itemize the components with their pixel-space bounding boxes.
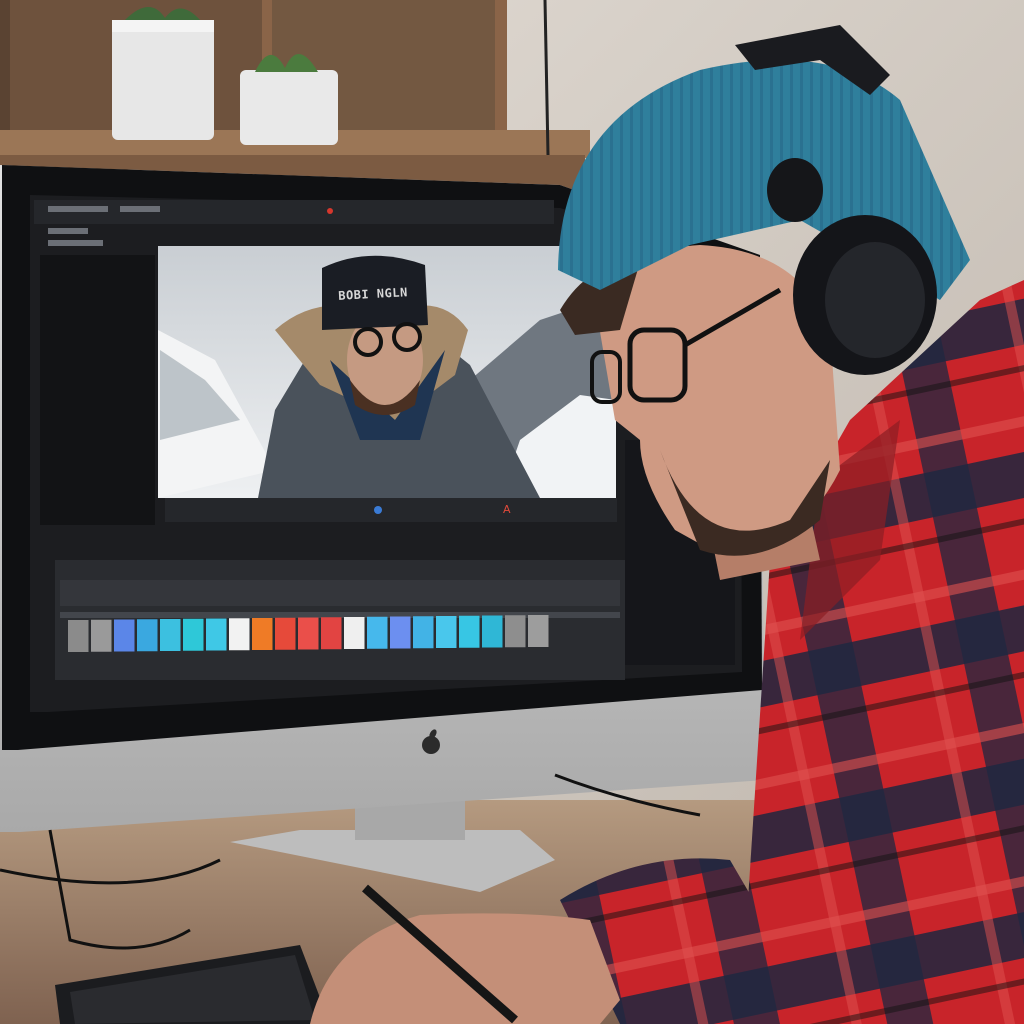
timeline-clip-swatch [275, 617, 296, 650]
timeline-clip-strip [68, 615, 549, 652]
timeline-clip-swatch [160, 619, 181, 651]
timeline-clip-swatch [459, 615, 480, 648]
timeline-clip-swatch [91, 619, 112, 652]
timeline-clip-swatch [390, 616, 411, 649]
timeline-clip-swatch [321, 617, 342, 650]
timeline-clip-swatch [137, 619, 158, 652]
timeline-clip-swatch [68, 620, 89, 652]
editor-menu-bar [34, 200, 554, 224]
photo-scene: A [0, 0, 1024, 1024]
transport-controls [165, 498, 617, 522]
timeline-clip-swatch [528, 615, 549, 647]
timeline-clip-swatch [298, 617, 319, 650]
timeline-clip-swatch [413, 616, 434, 649]
timeline-clip-swatch [252, 618, 273, 650]
timeline-clip-swatch [482, 615, 503, 648]
editor-left-panel [40, 255, 155, 525]
timeline-clip-swatch [344, 617, 365, 649]
timeline-clip-swatch [114, 619, 135, 652]
timeline-clip-swatch [505, 615, 526, 648]
timeline-clip-swatch [183, 618, 204, 651]
timeline-clip-swatch [436, 616, 457, 648]
svg-text:A: A [503, 503, 511, 516]
plant-pot-left [112, 6, 214, 140]
timeline-clip-swatch [206, 618, 227, 651]
timeline-clip-swatch [229, 618, 250, 651]
timeline-clip-swatch [367, 616, 388, 649]
preview-frame [158, 246, 616, 498]
